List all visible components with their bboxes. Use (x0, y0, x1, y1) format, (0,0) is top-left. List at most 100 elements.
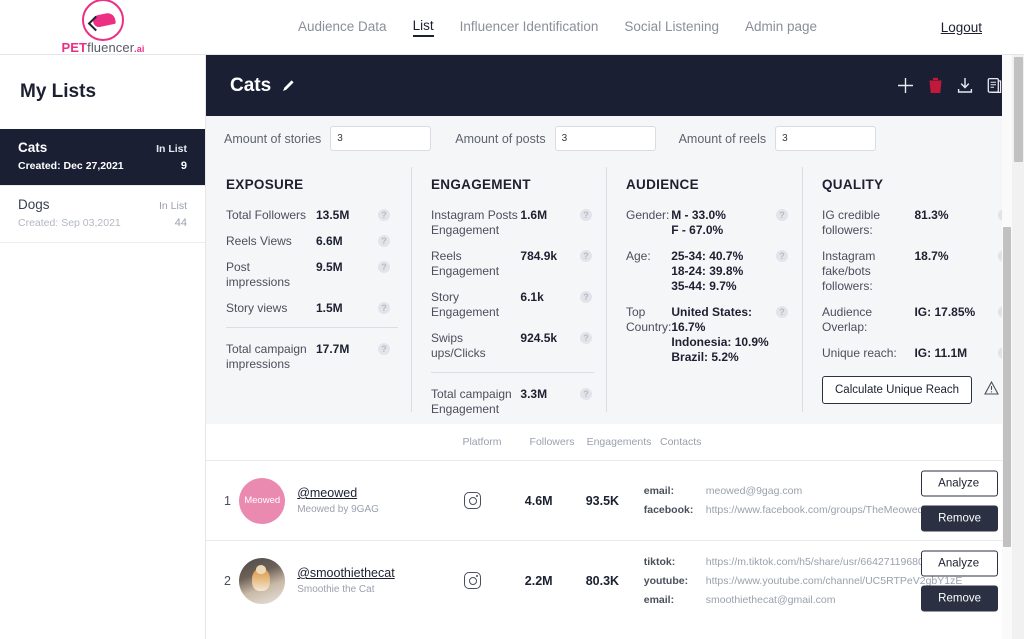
brand-part-3: .ai (134, 44, 145, 54)
amount-of-reels-input[interactable] (775, 126, 877, 151)
contact-value[interactable]: https://m.tiktok.com/h5/share/usr/664271… (706, 556, 953, 568)
unique-reach-value: IG: 11.1M (914, 346, 968, 360)
list-panel-header: Cats (206, 55, 1024, 116)
analyze-button[interactable]: Analyze (921, 550, 998, 576)
reels-engagement-label: Reels Engagement (431, 249, 500, 278)
reels-views-value: 6.6M (316, 234, 343, 248)
divider (431, 372, 594, 373)
contact-value[interactable]: https://www.facebook.com/groups/TheMeowe… (706, 504, 945, 516)
stat-row-unique-reach: Unique reach: IG: 11.1M ? (822, 346, 1010, 361)
help-icon[interactable]: ? (776, 250, 788, 262)
story-views-value: 1.5M (316, 301, 343, 315)
stat-row-reels-views: Reels Views 6.6M ? (226, 234, 397, 249)
stat-row-story-engagement: Story Engagement 6.1k ? (431, 290, 592, 320)
stat-row-instagram-fake-bots: Instagram fake/bots followers: 18.7% ? (822, 249, 1010, 294)
contact-value[interactable]: meowed@9gag.com (706, 485, 802, 497)
instagram-icon[interactable] (463, 572, 481, 589)
brand-logo[interactable]: PETfluencer.ai (0, 0, 206, 55)
sidebar-item-dogs[interactable]: Dogs In List Created: Sep 03,2021 44 (0, 186, 205, 243)
help-icon[interactable]: ? (580, 388, 592, 400)
nav-item-social-listening[interactable]: Social Listening (624, 19, 719, 36)
remove-button[interactable]: Remove (921, 585, 998, 611)
pencil-icon[interactable] (281, 79, 295, 93)
sidebar-item-dogs-count: 44 (174, 217, 187, 229)
instagram-fake-bots-label: Instagram fake/bots followers: (822, 249, 876, 293)
remove-button[interactable]: Remove (921, 505, 998, 531)
stat-column-quality: QUALITY IG credible followers: 81.3% ? I… (802, 167, 1024, 424)
calculate-unique-reach-button[interactable]: Calculate Unique Reach (822, 376, 973, 404)
help-icon[interactable]: ? (580, 291, 592, 303)
inner-scrollbar-thumb[interactable] (1003, 227, 1011, 547)
top-country-values: United States: 16.7% Indonesia: 10.9% Br… (671, 305, 776, 365)
nav-item-admin-page[interactable]: Admin page (745, 19, 817, 36)
instagram-posts-engagement-value: 1.6M (520, 208, 548, 222)
age-bracket-1: 25-34: 40.7% (671, 249, 744, 263)
help-icon[interactable]: ? (378, 343, 390, 355)
gender-female: F - 67.0% (671, 223, 724, 237)
influencer-identity: @smoothiethecat Smoothie the Cat (297, 566, 438, 595)
influencer-table: Platform Followers Engagements Contacts … (206, 424, 1024, 620)
engagement-heading: ENGAGEMENT (431, 177, 531, 192)
stat-row-audience-overlap: Audience Overlap: IG: 17.85% ? (822, 305, 1010, 335)
instagram-fake-bots-value: 18.7% (914, 249, 949, 263)
help-icon[interactable]: ? (378, 261, 390, 273)
top-country-label: Top Country: (626, 305, 672, 334)
help-icon[interactable]: ? (378, 302, 390, 314)
analyze-button[interactable]: Analyze (921, 470, 998, 496)
sidebar-item-cats[interactable]: Cats In List Created: Dec 27,2021 9 (0, 129, 205, 186)
inner-scrollbar-track[interactable] (1002, 55, 1012, 639)
total-followers-value: 13.5M (316, 208, 350, 222)
top-navigation-bar: PETfluencer.ai Audience Data List Influe… (0, 0, 1024, 55)
contact-key: tiktok: (643, 555, 676, 568)
column-header-contacts: Contacts (660, 436, 702, 448)
help-icon[interactable]: ? (580, 209, 592, 221)
trash-icon[interactable] (928, 77, 943, 94)
ig-credible-followers-label: IG credible followers: (822, 208, 881, 237)
logout-link[interactable]: Logout (941, 20, 982, 35)
influencer-identity: @meowed Meowed by 9GAG (297, 486, 438, 515)
reels-views-label: Reels Views (226, 234, 292, 248)
clipboard-icon[interactable] (987, 77, 1002, 94)
row-actions: Analyze Remove (921, 550, 998, 611)
help-icon[interactable]: ? (378, 235, 390, 247)
plus-icon[interactable] (897, 77, 914, 94)
avatar[interactable] (239, 557, 286, 604)
instagram-icon[interactable] (463, 492, 481, 509)
help-icon[interactable]: ? (378, 209, 390, 221)
gender-values: M - 33.0% F - 67.0% (671, 208, 776, 238)
table-row: 2 @smoothiethecat Smoothie the Cat 2.2M … (206, 540, 1024, 620)
sidebar-title: My Lists (20, 81, 97, 102)
stat-row-instagram-posts-engagement: Instagram Posts Engagement 1.6M ? (431, 208, 592, 238)
platform-cell (438, 572, 506, 589)
amount-of-posts-input[interactable] (554, 126, 656, 151)
age-bracket-3: 35-44: 9.7% (671, 279, 737, 293)
reels-engagement-value: 784.9k (520, 249, 558, 263)
engagements-value: 80.3K (585, 573, 620, 588)
nav-item-influencer-identification[interactable]: Influencer Identification (460, 19, 599, 36)
page-scrollbar-track[interactable] (1012, 55, 1024, 639)
total-followers-label: Total Followers (226, 208, 307, 222)
contact-value[interactable]: smoothiethecat@gmail.com (706, 594, 836, 606)
row-index: 2 (224, 573, 231, 588)
total-campaign-engagement-label: Total campaign Engagement (431, 387, 512, 416)
followers-value: 2.2M (524, 573, 553, 588)
help-icon[interactable]: ? (776, 209, 788, 221)
stat-row-gender: Gender: M - 33.0% F - 67.0% ? (626, 208, 788, 238)
help-icon[interactable]: ? (580, 250, 592, 262)
nav-item-list[interactable]: List (412, 18, 434, 37)
download-icon[interactable] (957, 77, 973, 94)
page-scrollbar-thumb[interactable] (1014, 57, 1023, 162)
amount-of-stories-input[interactable] (330, 126, 432, 151)
stat-row-story-views: Story views 1.5M ? (226, 301, 397, 316)
influencer-handle-link[interactable]: @meowed (297, 486, 438, 500)
nav-item-audience-data[interactable]: Audience Data (298, 19, 387, 36)
warning-triangle-icon[interactable] (984, 381, 999, 395)
contact-key: youtube: (643, 574, 689, 587)
avatar[interactable]: Meowed (239, 477, 286, 524)
influencer-handle-link[interactable]: @smoothiethecat (297, 566, 438, 580)
help-icon[interactable]: ? (580, 332, 592, 344)
help-icon[interactable]: ? (776, 306, 788, 318)
column-header-followers: Followers (529, 436, 575, 448)
amounts-row: Amount of stories Amount of posts Amount… (206, 116, 1024, 161)
brand-text: PETfluencer.ai (62, 40, 145, 55)
